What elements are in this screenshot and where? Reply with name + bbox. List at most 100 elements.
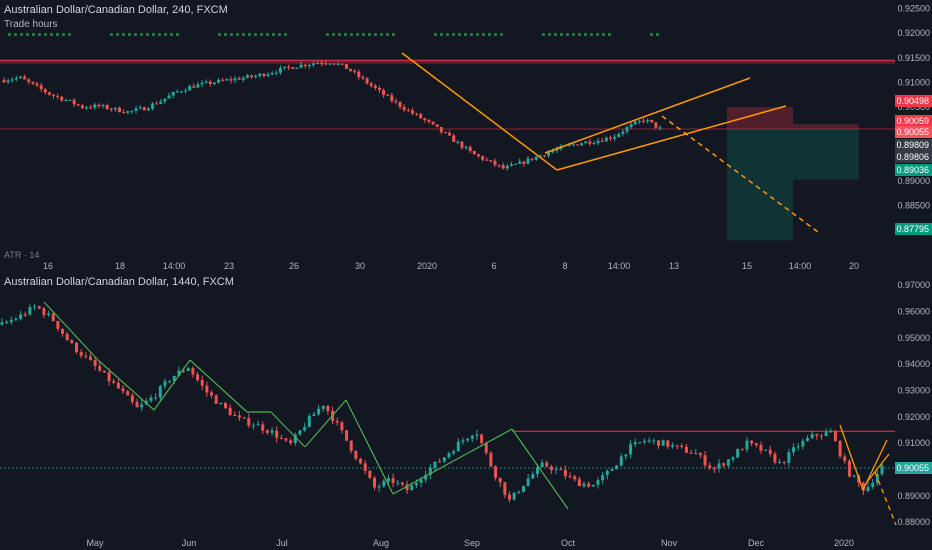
- price-tag-label: 0.87795: [896, 224, 929, 234]
- candle-body: [51, 313, 55, 322]
- candle-body: [10, 79, 14, 81]
- candle-body: [295, 67, 299, 69]
- candle-body: [229, 79, 233, 81]
- x-tick-label: 8: [562, 261, 567, 271]
- trade-hours-marker: [134, 33, 137, 36]
- candle-body: [163, 98, 167, 102]
- top-chart-subtitle: Trade hours: [4, 19, 58, 30]
- candle-body: [531, 474, 535, 479]
- candle-body: [289, 440, 293, 444]
- candle-body: [657, 440, 661, 446]
- candle-body: [312, 414, 316, 416]
- bottom-chart-canvas[interactable]: 0.97000 0.96000 0.95000 0.94000 0.93000 0.920…: [0, 272, 932, 550]
- trade-hours-marker: [356, 33, 359, 36]
- bottom-chart-pane[interactable]: 0.97000 0.96000 0.95000 0.94000 0.93000 0.920…: [0, 272, 932, 550]
- candle-body: [228, 407, 232, 415]
- candle-body: [118, 107, 122, 113]
- candle-body: [773, 453, 777, 463]
- top-chart-pane[interactable]: 0.925000.920000.915000.910000.905000.900…: [0, 0, 932, 272]
- candle-body: [512, 492, 516, 500]
- x-tick-label: 20: [849, 261, 859, 271]
- candle-body: [584, 141, 588, 144]
- candle-body: [456, 441, 460, 452]
- trade-hours-marker: [266, 33, 269, 36]
- candle-body: [138, 107, 142, 109]
- candle-body: [675, 445, 679, 447]
- candle-body: [163, 381, 167, 387]
- candle-body: [340, 63, 344, 65]
- candle-body: [588, 141, 592, 144]
- candle-body: [336, 63, 340, 65]
- trade-hours-marker: [236, 33, 239, 36]
- candle-body: [452, 451, 456, 454]
- candle-body: [233, 414, 237, 416]
- candle-body: [472, 150, 476, 155]
- trade-hours-marker: [122, 33, 125, 36]
- candle-body: [307, 64, 311, 67]
- candle-body: [204, 81, 208, 83]
- candle-body: [107, 372, 111, 382]
- candle-body: [233, 78, 237, 81]
- candle-body: [573, 476, 577, 480]
- trade-hours-marker: [440, 33, 443, 36]
- candle-body: [559, 469, 563, 471]
- candle-body: [284, 438, 288, 441]
- candle-body: [554, 469, 558, 471]
- candle-body: [768, 449, 772, 454]
- price-tag-label: 0.90055: [896, 463, 929, 473]
- candle-body: [508, 494, 512, 500]
- x-tick-label: May: [86, 538, 104, 548]
- candle-body: [476, 154, 480, 157]
- candle-body: [223, 402, 227, 408]
- candle-body: [624, 454, 628, 457]
- trade-hours-marker: [554, 33, 557, 36]
- trade-hours-marker: [590, 33, 593, 36]
- candle-body: [283, 66, 287, 68]
- trade-hours-marker: [362, 33, 365, 36]
- candle-body: [796, 446, 800, 448]
- candle-body: [307, 415, 311, 427]
- candle-body: [245, 75, 249, 78]
- candle-body: [112, 381, 116, 383]
- trade-hours-marker: [26, 33, 29, 36]
- candle-body: [159, 101, 163, 104]
- trade-hours-marker: [476, 33, 479, 36]
- candle-body: [433, 461, 437, 468]
- candle-body: [829, 431, 833, 433]
- indicator-stub-label: ATR · 14: [4, 250, 40, 260]
- candle-body: [186, 368, 190, 371]
- candle-body: [439, 126, 443, 133]
- candle-body: [140, 404, 144, 408]
- candle-body: [615, 465, 619, 470]
- trade-hours-marker: [386, 33, 389, 36]
- candle-body: [517, 491, 521, 493]
- trade-hours-marker: [170, 33, 173, 36]
- candle-body: [93, 360, 97, 367]
- trade-hours-marker: [14, 33, 17, 36]
- candle-body: [542, 155, 546, 157]
- candle-body: [731, 457, 735, 460]
- candle-body: [485, 159, 489, 161]
- trade-hours-marker: [38, 33, 41, 36]
- candle-body: [580, 143, 584, 146]
- bottom-chart-background: [0, 272, 932, 550]
- candle-body: [27, 79, 31, 82]
- trade-hours-marker: [608, 33, 611, 36]
- candle-body: [6, 80, 10, 83]
- candle-body: [689, 452, 693, 454]
- x-tick-label: Nov: [661, 538, 678, 548]
- candle-body: [610, 469, 614, 471]
- candle-body: [196, 84, 200, 88]
- candle-body: [442, 457, 446, 462]
- candle-body: [345, 430, 349, 441]
- x-tick-label: 6: [491, 261, 496, 271]
- candle-body: [410, 485, 414, 491]
- candle-body: [326, 405, 330, 411]
- top-chart-canvas[interactable]: 0.925000.920000.915000.910000.905000.900…: [0, 0, 932, 272]
- trade-hours-marker: [500, 33, 503, 36]
- candle-body: [654, 122, 658, 128]
- trade-hours-marker: [32, 33, 35, 36]
- take-profit-zone: [727, 128, 793, 241]
- candle-body: [577, 479, 581, 487]
- candle-body: [332, 63, 336, 65]
